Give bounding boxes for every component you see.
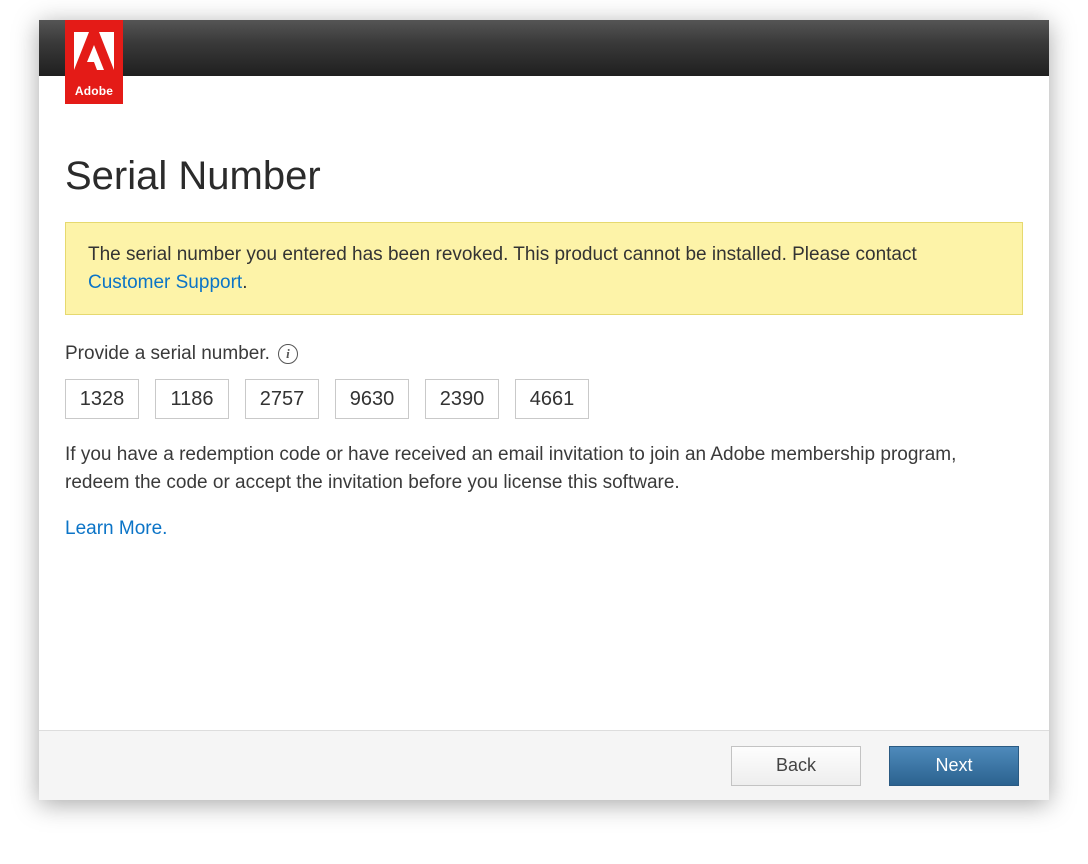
serial-prompt-text: Provide a serial number. xyxy=(65,343,270,365)
serial-field-6[interactable] xyxy=(515,379,589,419)
page-title: Serial Number xyxy=(65,154,1023,198)
content-area: Serial Number The serial number you ente… xyxy=(39,76,1049,730)
footer-bar: Back Next xyxy=(39,730,1049,800)
serial-field-2[interactable] xyxy=(155,379,229,419)
titlebar: Adobe xyxy=(39,20,1049,76)
alert-revoked: The serial number you entered has been r… xyxy=(65,222,1023,315)
learn-more-link[interactable]: Learn More. xyxy=(65,518,167,540)
adobe-a-icon xyxy=(72,30,116,74)
serial-field-5[interactable] xyxy=(425,379,499,419)
serial-field-1[interactable] xyxy=(65,379,139,419)
serial-fields xyxy=(65,379,1023,419)
serial-field-4[interactable] xyxy=(335,379,409,419)
installer-window: Adobe Serial Number The serial number yo… xyxy=(39,20,1049,800)
customer-support-link[interactable]: Customer Support xyxy=(88,272,242,293)
next-button[interactable]: Next xyxy=(889,746,1019,786)
adobe-logo-text: Adobe xyxy=(75,84,113,98)
adobe-logo: Adobe xyxy=(65,20,123,104)
redeem-instructions: If you have a redemption code or have re… xyxy=(65,441,1023,496)
serial-prompt-row: Provide a serial number. i xyxy=(65,343,1023,365)
serial-field-3[interactable] xyxy=(245,379,319,419)
back-button[interactable]: Back xyxy=(731,746,861,786)
alert-text-2: . xyxy=(242,272,247,293)
info-icon[interactable]: i xyxy=(278,344,298,364)
alert-text-1: The serial number you entered has been r… xyxy=(88,244,917,265)
